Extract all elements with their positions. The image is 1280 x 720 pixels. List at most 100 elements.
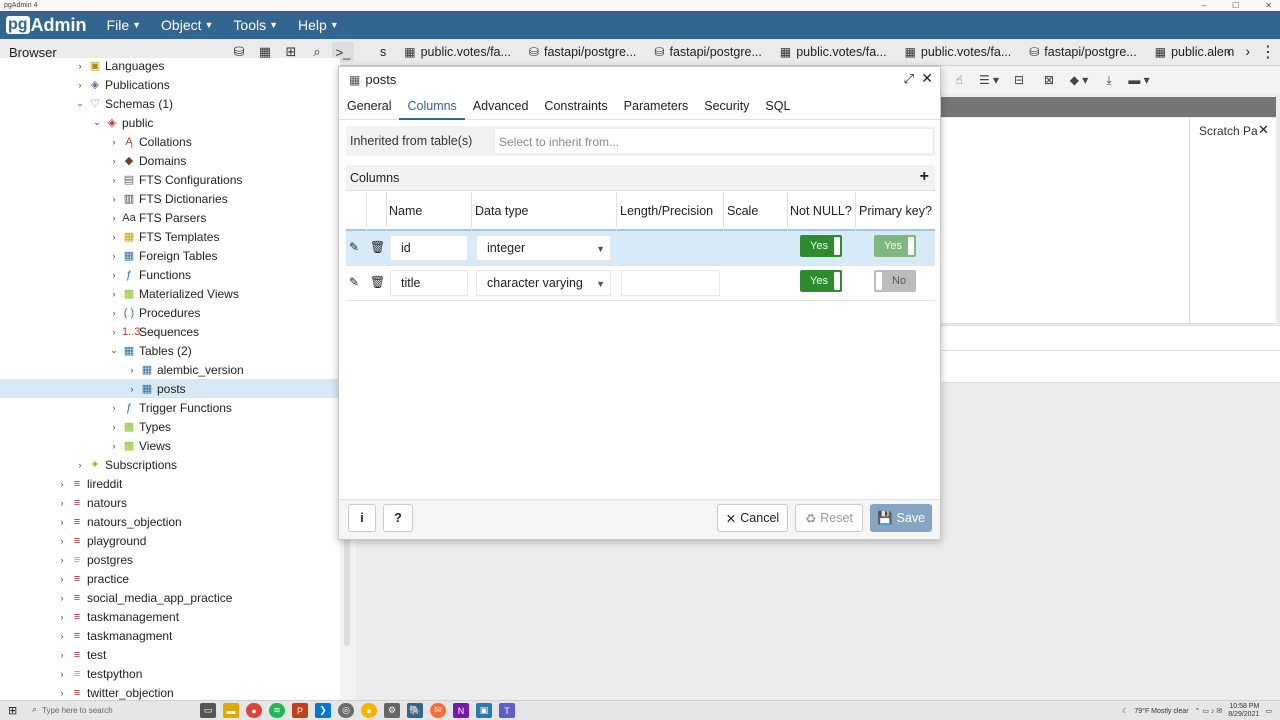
chevron-right-icon[interactable]: › xyxy=(56,479,68,489)
chevron-right-icon[interactable]: › xyxy=(56,555,68,565)
tree-item[interactable]: › ▩ Views xyxy=(0,436,340,455)
primary-key-toggle[interactable]: No xyxy=(874,270,916,292)
tree-item[interactable]: › ≡ test xyxy=(0,645,340,664)
tree-item[interactable]: › Aa FTS Parsers xyxy=(0,208,340,227)
chevron-right-icon[interactable]: › xyxy=(108,289,120,299)
pgadmin-icon[interactable]: 🐘 xyxy=(407,703,423,718)
tab-item[interactable]: ⛁ fastapi/postgre... xyxy=(529,45,636,59)
postman-icon[interactable]: ✉ xyxy=(430,703,446,718)
query-editor[interactable] xyxy=(940,118,1276,324)
chevron-right-icon[interactable]: › xyxy=(56,631,68,641)
app-icon[interactable]: ▣ xyxy=(476,703,492,718)
tab-columns[interactable]: Columns xyxy=(399,96,465,120)
chevron-right-icon[interactable]: › xyxy=(56,498,68,508)
data-type-select[interactable]: integer ▼ xyxy=(476,235,611,261)
spotify-icon[interactable]: ≋ xyxy=(269,703,285,718)
tab-parameters[interactable]: Parameters xyxy=(616,96,697,120)
close-icon[interactable]: ✕ xyxy=(921,70,933,87)
chevron-right-icon[interactable]: › xyxy=(108,175,120,185)
help-button[interactable]: ? xyxy=(383,504,413,532)
add-row-icon[interactable]: + xyxy=(920,168,929,186)
tab-item[interactable]: ▦ public.votes/fa... xyxy=(404,45,511,59)
download-icon[interactable]: ⤓ xyxy=(1098,73,1120,88)
primary-key-toggle[interactable]: Yes xyxy=(874,235,916,257)
close-icon[interactable]: ✕ xyxy=(1258,122,1269,138)
tree-item[interactable]: › ▦ Foreign Tables xyxy=(0,246,340,265)
tab-item[interactable]: s xyxy=(380,45,386,59)
chevron-right-icon[interactable]: › xyxy=(56,688,68,698)
chevron-right-icon[interactable]: › xyxy=(108,251,120,261)
tree-item[interactable]: › ≡ taskmanagement xyxy=(0,607,340,626)
tree-item[interactable]: › ≡ twitter_objection xyxy=(0,683,340,700)
chevron-right-icon[interactable]: › xyxy=(108,422,120,432)
save-button[interactable]: 💾 Save xyxy=(870,504,932,532)
tree-item[interactable]: › 1..3 Sequences xyxy=(0,322,340,341)
minimize-icon[interactable]: – xyxy=(1202,0,1206,11)
tab-item[interactable]: ⛁ fastapi/postgre... xyxy=(1029,45,1136,59)
tree-item[interactable]: › ▣ Languages xyxy=(0,58,340,75)
tree-item[interactable]: › ≡ postgres xyxy=(0,550,340,569)
vscode-icon[interactable]: ❯ xyxy=(315,703,331,718)
taskbar-search[interactable]: Type here to search xyxy=(28,704,188,718)
tab-constraints[interactable]: Constraints xyxy=(536,96,615,120)
tree-item[interactable]: › ▤ FTS Configurations xyxy=(0,170,340,189)
tab-general[interactable]: General xyxy=(339,96,399,120)
tab-advanced[interactable]: Advanced xyxy=(465,96,537,120)
reset-button[interactable]: ♻ Reset xyxy=(795,504,863,532)
chevron-right-icon[interactable]: › xyxy=(108,194,120,204)
tree-item[interactable]: › ◆ Domains xyxy=(0,151,340,170)
onenote-icon[interactable]: N xyxy=(453,703,469,718)
edit-icon[interactable]: ✎ xyxy=(349,275,359,289)
tree-item[interactable]: › ≡ playground xyxy=(0,531,340,550)
chevron-right-icon[interactable]: › xyxy=(74,80,86,90)
chevron-down-icon[interactable]: ⌄ xyxy=(91,117,103,128)
table-row[interactable]: ✎ 🗑 title character varying ▼ Yes No xyxy=(346,266,935,301)
tree-item[interactable]: › ≡ lireddit xyxy=(0,474,340,493)
maximize-icon[interactable]: ⤢ xyxy=(904,71,914,87)
tree-item[interactable]: › ≡ social_media_app_practice xyxy=(0,588,340,607)
chevron-right-icon[interactable]: › xyxy=(108,156,120,166)
chevron-right-icon[interactable]: › xyxy=(56,574,68,584)
chevron-right-icon[interactable]: › xyxy=(126,384,138,394)
chevron-right-icon[interactable]: › xyxy=(56,517,68,527)
inherit-select[interactable]: Select to inherit from... xyxy=(494,128,934,154)
chevron-down-icon[interactable]: ⌄ xyxy=(74,98,86,109)
chevron-right-icon[interactable]: › xyxy=(1245,43,1250,59)
hand-icon[interactable]: ☝ xyxy=(948,73,970,87)
tree-item[interactable]: › ƒ Functions xyxy=(0,265,340,284)
info-button[interactable]: i xyxy=(348,504,376,532)
chevron-right-icon[interactable]: › xyxy=(56,536,68,546)
notifications-icon[interactable]: ▭ xyxy=(1265,707,1272,715)
edit-icon[interactable]: ✎ xyxy=(349,240,359,254)
chevron-left-icon[interactable]: ‹ xyxy=(1227,43,1232,59)
length-input[interactable] xyxy=(621,270,720,296)
chevron-right-icon[interactable]: › xyxy=(108,137,120,147)
chevron-right-icon[interactable]: › xyxy=(56,669,68,679)
chevron-right-icon[interactable]: › xyxy=(108,403,120,413)
chevron-right-icon[interactable]: › xyxy=(108,270,120,280)
chevron-down-icon[interactable]: ⌄ xyxy=(108,345,120,356)
github-icon[interactable]: ◎ xyxy=(338,703,354,718)
data-type-select[interactable]: character varying ▼ xyxy=(476,270,611,296)
chevron-right-icon[interactable]: › xyxy=(74,460,86,470)
powerpoint-icon[interactable]: P xyxy=(292,703,308,718)
chevron-right-icon[interactable]: › xyxy=(108,308,120,318)
tray-icons[interactable]: ⌃ ▭ ♪ ✉ xyxy=(1195,707,1223,715)
tree-item[interactable]: ⌄ ◈ public xyxy=(0,113,340,132)
table-row[interactable]: ✎ 🗑 id integer ▼ Yes Yes xyxy=(346,231,935,266)
chrome-canary-icon[interactable]: ● xyxy=(361,703,377,718)
column-name-input[interactable]: id xyxy=(390,235,468,261)
chevron-right-icon[interactable]: › xyxy=(108,213,120,223)
chevron-right-icon[interactable]: › xyxy=(108,441,120,451)
tab-item[interactable]: ▦ public.alem xyxy=(1155,45,1235,59)
tree-item[interactable]: › ▥ FTS Dictionaries xyxy=(0,189,340,208)
tree-item[interactable]: › Ą Collations xyxy=(0,132,340,151)
chevron-right-icon[interactable]: › xyxy=(56,593,68,603)
not-null-toggle[interactable]: Yes xyxy=(800,270,842,292)
chevron-right-icon[interactable]: › xyxy=(74,61,86,71)
close-window-icon[interactable]: ✕ xyxy=(1265,0,1272,11)
menu-help[interactable]: Help ▼ xyxy=(298,17,339,33)
tab-security[interactable]: Security xyxy=(696,96,757,120)
macros-icon[interactable]: ▬ ▾ xyxy=(1128,73,1150,87)
cancel-button[interactable]: ✕ Cancel xyxy=(717,504,788,532)
